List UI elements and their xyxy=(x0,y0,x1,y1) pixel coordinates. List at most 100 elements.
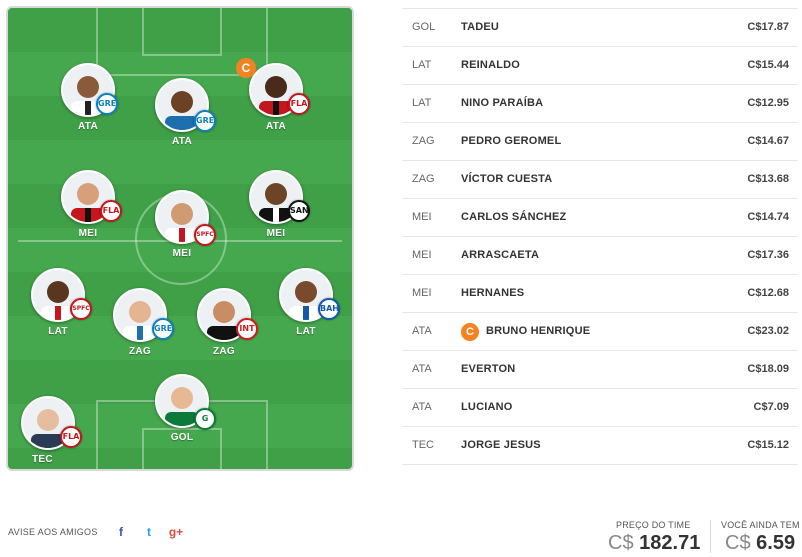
lineup-player-name: PEDRO GEROMEL xyxy=(461,135,562,147)
lineup-price: C$17.36 xyxy=(747,249,789,261)
player-position-label: MEI xyxy=(266,228,286,239)
facebook-icon[interactable]: f xyxy=(113,524,129,540)
lineup-player-name: TADEU xyxy=(461,21,500,33)
lineup-row[interactable]: TEC JORGE JESUS C$15.12 xyxy=(402,427,798,465)
lineup-player-name: NINO PARAÍBA xyxy=(461,97,544,109)
field-player[interactable]: SPFC LAT xyxy=(18,268,98,337)
field-player[interactable]: INT ZAG xyxy=(184,288,264,357)
club-crest: FLA xyxy=(60,426,82,448)
lineup-row[interactable]: MEI CARLOS SÁNCHEZ C$14.74 xyxy=(402,199,798,237)
balance-label: VOCÊ AINDA TEM xyxy=(721,520,800,530)
field-player[interactable]: GRE ATA xyxy=(48,63,128,132)
lineup-player-name: CARLOS SÁNCHEZ xyxy=(461,211,567,223)
lineup-position: GOL xyxy=(412,21,436,33)
player-position-label: MEI xyxy=(172,248,192,259)
team-price-label: PREÇO DO TIME xyxy=(616,520,691,530)
lineup-list: GOL TADEU C$17.87 LAT REINALDO C$15.44 LAT NINO… xyxy=(402,8,798,465)
player-position-label: TEC xyxy=(32,454,53,465)
field-player[interactable]: G GOL xyxy=(142,374,222,443)
field-player[interactable]: FLA TEC xyxy=(8,396,88,465)
club-crest: SAN xyxy=(288,200,310,222)
lineup-row[interactable]: ZAG VÍCTOR CUESTA C$13.68 xyxy=(402,161,798,199)
balance-value: C$ 6.59 xyxy=(725,532,795,555)
team-price-currency: C$ xyxy=(608,532,634,554)
lineup-player-name: ARRASCAETA xyxy=(461,249,540,261)
player-position-label: MEI xyxy=(78,228,98,239)
lineup-position: ZAG xyxy=(412,135,435,147)
field-player[interactable]: SPFC MEI xyxy=(142,190,222,259)
lineup-player-name: VÍCTOR CUESTA xyxy=(461,173,553,185)
lineup-position: MEI xyxy=(412,249,432,261)
balance-number: 6.59 xyxy=(756,532,796,554)
field-player[interactable]: FLA MEI xyxy=(48,170,128,239)
team-price-value: C$ 182.71 xyxy=(608,532,700,555)
lineup-price: C$14.74 xyxy=(747,211,789,223)
lineup-player-name: JORGE JESUS xyxy=(461,439,541,451)
lineup-position: LAT xyxy=(412,59,432,71)
player-position-label: ATA xyxy=(266,121,286,132)
lineup-price: C$23.02 xyxy=(747,325,789,337)
player-position-label: LAT xyxy=(48,326,68,337)
field-player[interactable]: FLA C ATA xyxy=(236,58,316,132)
captain-badge: C xyxy=(236,58,256,78)
club-crest: SPFC xyxy=(70,298,92,320)
club-crest: FLA xyxy=(100,200,122,222)
club-crest: FLA xyxy=(288,93,310,115)
google-plus-icon[interactable]: g+ xyxy=(168,524,184,540)
pitch: GRE ATA GRE ATA FLA C ATA FLA MEI SPFC M… xyxy=(6,6,354,471)
lineup-position: MEI xyxy=(412,287,432,299)
club-crest: G xyxy=(194,408,216,430)
field-player[interactable]: SAN MEI xyxy=(236,170,316,239)
twitter-icon[interactable]: t xyxy=(141,524,157,540)
lineup-row[interactable]: MEI HERNANES C$12.68 xyxy=(402,275,798,313)
lineup-position: ATA xyxy=(412,325,432,337)
lineup-row[interactable]: GOL TADEU C$17.87 xyxy=(402,9,798,47)
club-crest: GRE xyxy=(194,110,216,132)
balance-currency: C$ xyxy=(725,532,751,554)
club-crest: SPFC xyxy=(194,224,216,246)
club-crest: BAH xyxy=(318,298,340,320)
lineup-position: TEC xyxy=(412,439,434,451)
lineup-position: MEI xyxy=(412,211,432,223)
club-crest: GRE xyxy=(152,318,174,340)
lineup-row[interactable]: LAT REINALDO C$15.44 xyxy=(402,47,798,85)
lineup-price: C$7.09 xyxy=(753,401,789,413)
player-position-label: ZAG xyxy=(128,346,151,357)
lineup-price: C$13.68 xyxy=(747,173,789,185)
team-price-number: 182.71 xyxy=(639,532,701,554)
lineup-row[interactable]: LAT NINO PARAÍBA C$12.95 xyxy=(402,85,798,123)
player-position-label: LAT xyxy=(296,326,316,337)
lineup-player-name: LUCIANO xyxy=(461,401,513,413)
field-player[interactable]: BAH LAT xyxy=(266,268,346,337)
top-goal-box xyxy=(142,8,222,56)
player-position-label: GOL xyxy=(170,432,194,443)
player-position-label: ATA xyxy=(172,136,192,147)
lineup-player-name: REINALDO xyxy=(461,59,521,71)
lineup-price: C$12.95 xyxy=(747,97,789,109)
lineup-row[interactable]: ZAG PEDRO GEROMEL C$14.67 xyxy=(402,123,798,161)
captain-badge: C xyxy=(461,323,479,341)
player-position-label: ATA xyxy=(78,121,98,132)
field-player[interactable]: GRE ZAG xyxy=(100,288,180,357)
lineup-price: C$14.67 xyxy=(747,135,789,147)
lineup-price: C$18.09 xyxy=(747,363,789,375)
field-player[interactable]: GRE ATA xyxy=(142,78,222,147)
lineup-row[interactable]: MEI ARRASCAETA C$17.36 xyxy=(402,237,798,275)
summary-divider xyxy=(710,520,711,553)
club-crest: INT xyxy=(236,318,258,340)
lineup-player-name: EVERTON xyxy=(461,363,516,375)
lineup-row[interactable]: ATA C BRUNO HENRIQUE C$23.02 xyxy=(402,313,798,351)
lineup-row[interactable]: ATA EVERTON C$18.09 xyxy=(402,351,798,389)
lineup-position: ATA xyxy=(412,363,432,375)
club-crest: GRE xyxy=(96,93,118,115)
lineup-position: ZAG xyxy=(412,173,435,185)
lineup-price: C$15.12 xyxy=(747,439,789,451)
lineup-price: C$17.87 xyxy=(747,21,789,33)
player-position-label: ZAG xyxy=(212,346,235,357)
lineup-price: C$15.44 xyxy=(747,59,789,71)
lineup-player-name: BRUNO HENRIQUE xyxy=(486,325,591,337)
lineup-row[interactable]: ATA LUCIANO C$7.09 xyxy=(402,389,798,427)
lineup-position: LAT xyxy=(412,97,432,109)
lineup-position: ATA xyxy=(412,401,432,413)
lineup-player-name: HERNANES xyxy=(461,287,525,299)
